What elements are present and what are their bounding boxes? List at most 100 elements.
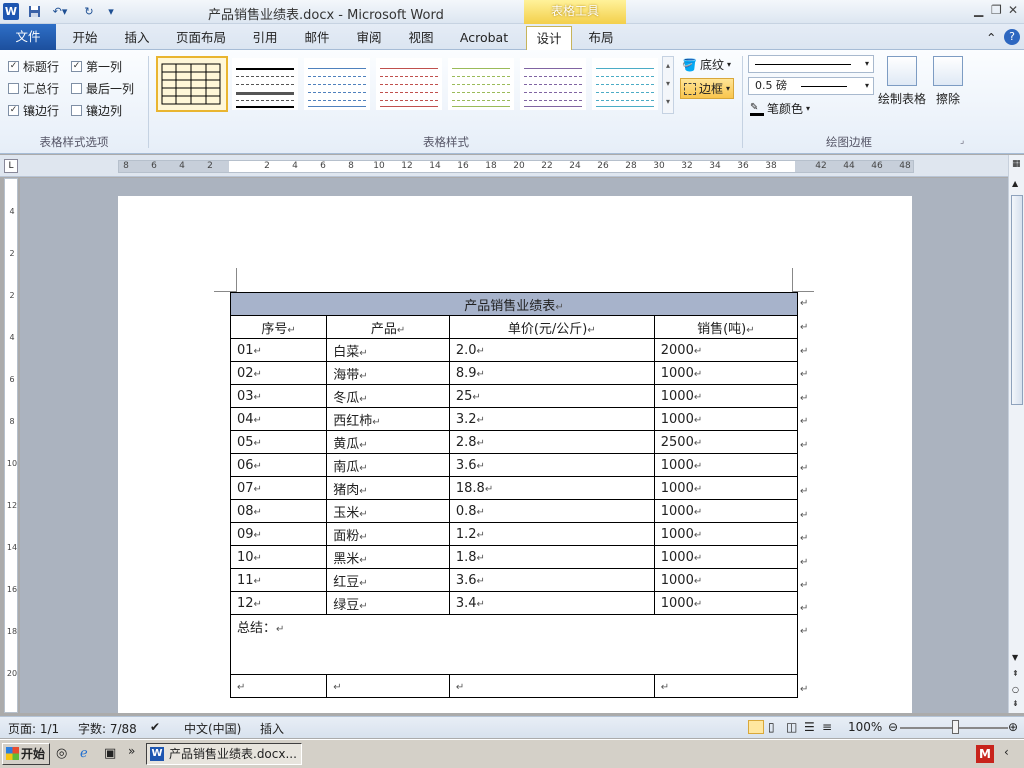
- table-cell[interactable]: 2500↵: [653, 430, 799, 454]
- table-cell[interactable]: ↵: [448, 674, 655, 698]
- table-cell[interactable]: 07↵: [229, 476, 328, 500]
- table-cell[interactable]: 面粉↵: [326, 522, 450, 546]
- table-cell[interactable]: 2.0↵: [448, 338, 655, 362]
- zoom-level[interactable]: 100%: [848, 720, 882, 734]
- dialog-launcher-icon[interactable]: ⌟: [960, 136, 964, 146]
- tab-selector[interactable]: L: [4, 159, 18, 173]
- outline-view-icon[interactable]: ☰: [804, 720, 815, 734]
- table-cell[interactable]: 08↵: [229, 499, 328, 523]
- table-cell[interactable]: 1000↵: [653, 591, 799, 615]
- tab-insert[interactable]: 插入: [116, 26, 158, 50]
- table-cell[interactable]: 1000↵: [653, 545, 799, 569]
- table-cell[interactable]: 1000↵: [653, 522, 799, 546]
- table-cell[interactable]: 黄瓜↵: [326, 430, 450, 454]
- last-column-option[interactable]: 最后一列: [71, 80, 134, 97]
- gallery-scroll-control[interactable]: ▴ ▾ ▾: [662, 56, 674, 114]
- table-cell[interactable]: 0.8↵: [448, 499, 655, 523]
- vertical-ruler[interactable]: 4 2 2 4 6 8 10 12 14 16 18 20: [4, 178, 18, 713]
- quick-launch-icon[interactable]: ▣: [104, 746, 116, 761]
- table-cell[interactable]: 1000↵: [653, 407, 799, 431]
- vertical-scrollbar[interactable]: ▦ ▲ ▼ ⇞ ○ ⇟: [1008, 155, 1024, 713]
- quick-launch-icon[interactable]: ◎: [56, 746, 67, 761]
- collapse-ribbon-icon[interactable]: ⌃: [984, 26, 998, 50]
- taskbar-word-window[interactable]: W 产品销售业绩表.docx...: [146, 743, 302, 765]
- total-row-option[interactable]: 汇总行: [8, 80, 59, 97]
- ruler-toggle-icon[interactable]: ▦: [1012, 159, 1021, 169]
- full-screen-reading-icon[interactable]: ▯: [768, 720, 775, 734]
- header-cell[interactable]: 产品↵: [326, 315, 450, 339]
- table-cell[interactable]: 南瓜↵: [326, 453, 450, 477]
- header-cell[interactable]: 序号↵: [229, 315, 328, 339]
- next-page-icon[interactable]: ⇟: [1012, 699, 1019, 708]
- eraser-button[interactable]: 擦除: [930, 56, 966, 107]
- tab-mailings[interactable]: 邮件: [296, 26, 338, 50]
- table-cell[interactable]: 1.8↵: [448, 545, 655, 569]
- zoom-in-icon[interactable]: ⊕: [1008, 720, 1018, 734]
- draw-table-button[interactable]: 绘制表格: [876, 56, 928, 107]
- print-layout-view-icon[interactable]: [748, 720, 764, 734]
- scroll-down-icon[interactable]: ▼: [1012, 653, 1018, 662]
- table-cell[interactable]: 11↵: [229, 568, 328, 592]
- header-cell[interactable]: 单价(元/公斤)↵: [448, 315, 655, 339]
- tab-review[interactable]: 审阅: [348, 26, 390, 50]
- table-cell[interactable]: 1000↵: [653, 361, 799, 385]
- table-cell[interactable]: 06↵: [229, 453, 328, 477]
- ie-icon[interactable]: ℯ: [80, 746, 88, 761]
- banded-columns-option[interactable]: 镶边列: [71, 102, 122, 119]
- shading-button[interactable]: 🪣 底纹 ▾: [682, 56, 731, 73]
- table-cell[interactable]: 3.6↵: [448, 568, 655, 592]
- checkbox-unchecked-icon[interactable]: [71, 105, 82, 116]
- horizontal-ruler[interactable]: 8 6 4 2 2 4 6 8 10 12 14 16 18 20 22 24 26 28 30 32 34 36 38 42…: [118, 160, 914, 173]
- table-cell[interactable]: 03↵: [229, 384, 328, 408]
- table-cell[interactable]: 红豆↵: [326, 568, 450, 592]
- header-row-option[interactable]: ✓ 标题行: [8, 58, 59, 75]
- table-cell[interactable]: ↵: [326, 674, 450, 698]
- insert-mode-indicator[interactable]: 插入: [260, 720, 284, 737]
- previous-page-icon[interactable]: ⇞: [1012, 669, 1019, 678]
- restore-icon[interactable]: ❐: [991, 3, 1002, 17]
- table-cell[interactable]: 10↵: [229, 545, 328, 569]
- checkbox-unchecked-icon[interactable]: [71, 83, 82, 94]
- table-cell[interactable]: 3.6↵: [448, 453, 655, 477]
- table-cell[interactable]: 02↵: [229, 361, 328, 385]
- draft-view-icon[interactable]: ≡: [822, 720, 832, 734]
- help-icon[interactable]: ?: [1004, 29, 1020, 45]
- tab-page-layout[interactable]: 页面布局: [170, 26, 232, 50]
- table-style-red[interactable]: [376, 58, 442, 110]
- web-layout-icon[interactable]: ◫: [786, 720, 797, 734]
- table-cell[interactable]: 1000↵: [653, 499, 799, 523]
- table-style-blue[interactable]: [304, 58, 370, 110]
- table-cell[interactable]: 西红柿↵: [326, 407, 450, 431]
- tab-acrobat[interactable]: Acrobat: [454, 26, 514, 50]
- word-app-icon[interactable]: W: [3, 3, 19, 20]
- tab-design[interactable]: 设计: [526, 26, 572, 50]
- header-cell[interactable]: 销售(吨)↵: [653, 315, 799, 339]
- checkbox-unchecked-icon[interactable]: [8, 83, 19, 94]
- table-style-green[interactable]: [448, 58, 514, 110]
- zoom-slider-thumb[interactable]: [952, 720, 959, 734]
- table-cell[interactable]: 1000↵: [653, 384, 799, 408]
- table-cell[interactable]: 冬瓜↵: [326, 384, 450, 408]
- table-style-light-shading[interactable]: [232, 58, 298, 110]
- table-cell[interactable]: 3.2↵: [448, 407, 655, 431]
- table-cell[interactable]: 黑米↵: [326, 545, 450, 569]
- table-cell[interactable]: 1.2↵: [448, 522, 655, 546]
- proofing-icon[interactable]: ✔: [150, 720, 160, 734]
- select-browse-object-icon[interactable]: ○: [1012, 685, 1019, 694]
- scroll-up-icon[interactable]: ▲: [1012, 179, 1018, 188]
- tray-app-icon[interactable]: M: [976, 745, 994, 763]
- save-icon[interactable]: [26, 3, 42, 20]
- table-cell[interactable]: 玉米↵: [326, 499, 450, 523]
- close-icon[interactable]: ✕: [1008, 3, 1018, 17]
- table-cell[interactable]: 猪肉↵: [326, 476, 450, 500]
- table-title-cell[interactable]: 产品销售业绩表↵: [230, 292, 798, 316]
- table-cell[interactable]: 白菜↵: [326, 338, 450, 362]
- table-cell[interactable]: 1000↵: [653, 476, 799, 500]
- sales-table[interactable]: 产品销售业绩表↵ 序号↵ 产品↵ 单价(元/公斤)↵ 销售(吨)↵ 01↵ 白菜↵…: [229, 292, 799, 698]
- line-style-select[interactable]: ▾: [748, 55, 874, 73]
- table-cell[interactable]: 绿豆↵: [326, 591, 450, 615]
- table-cell[interactable]: 海带↵: [326, 361, 450, 385]
- page-count[interactable]: 页面: 1/1: [8, 720, 59, 737]
- start-button[interactable]: 开始: [2, 743, 50, 765]
- pen-color-button[interactable]: ✎ 笔颜色 ▾: [750, 100, 810, 117]
